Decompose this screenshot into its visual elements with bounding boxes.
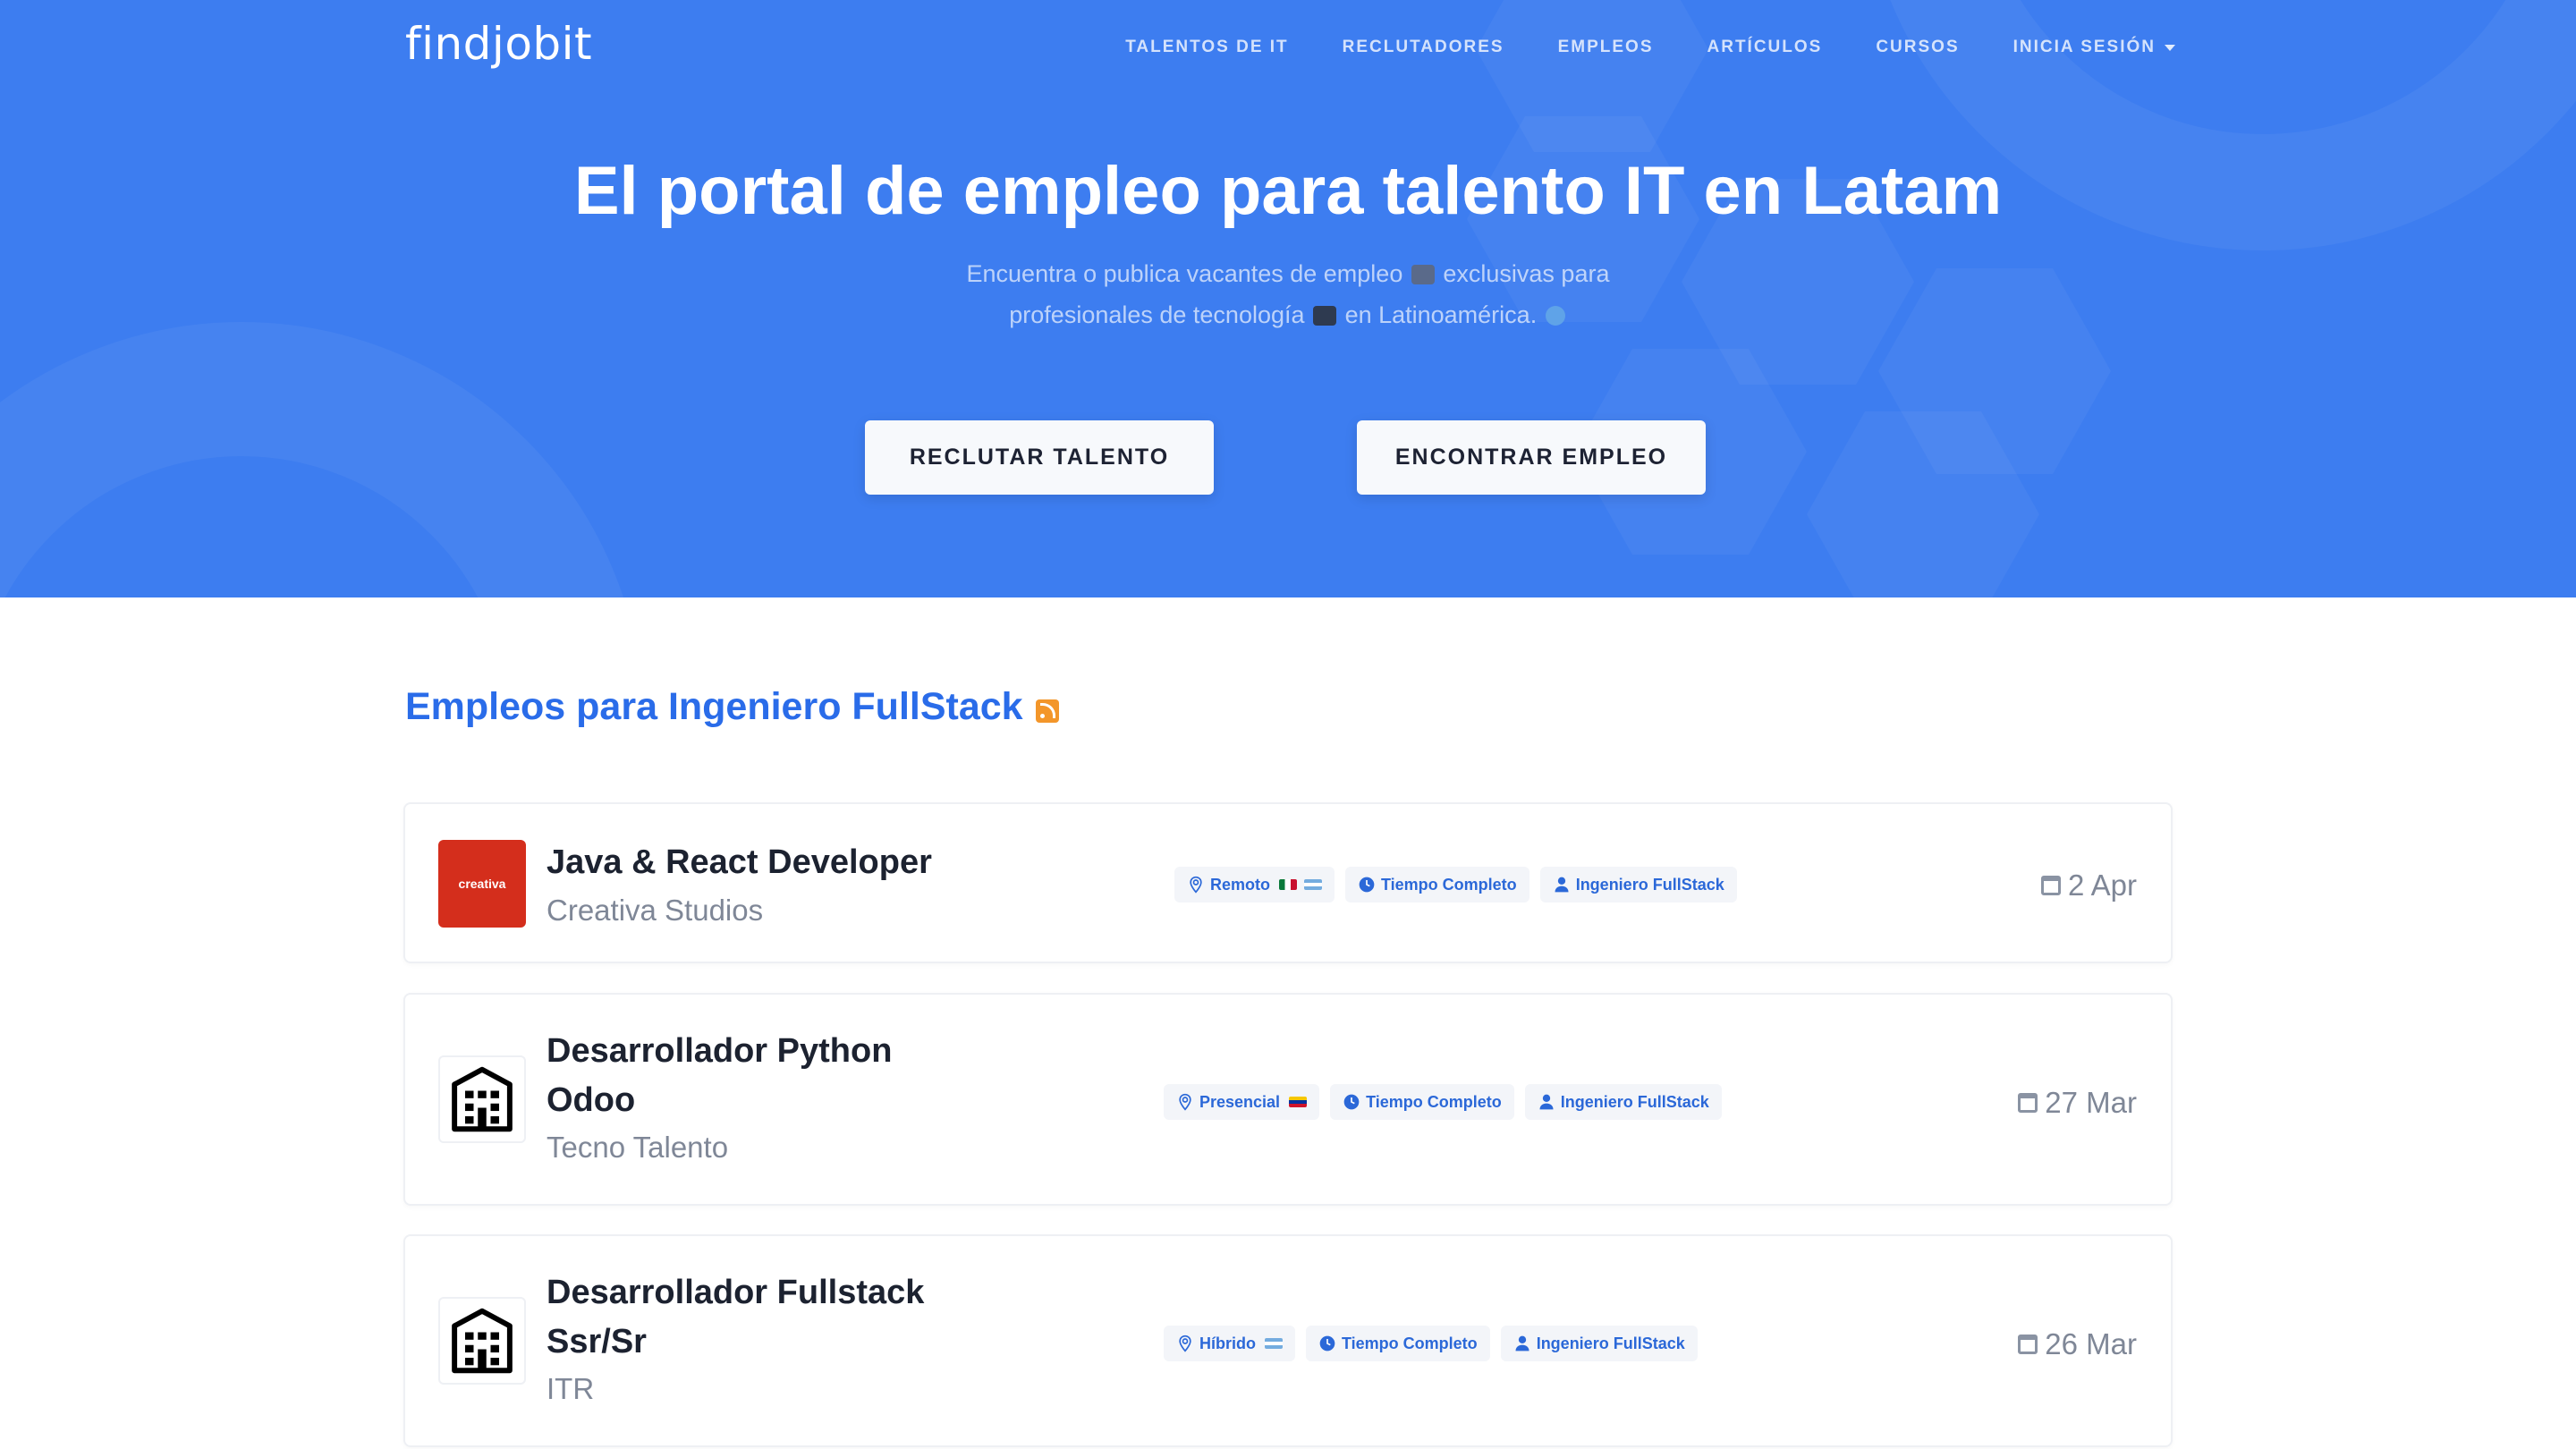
site-logo[interactable]: findjobit bbox=[405, 18, 592, 70]
tag-location: Híbrido bbox=[1164, 1326, 1295, 1361]
tag-label: Remoto bbox=[1210, 875, 1270, 894]
calendar-icon bbox=[2040, 876, 2061, 895]
job-card[interactable]: creativa Java & React Developer Creativa… bbox=[403, 802, 2173, 963]
recruit-talent-button[interactable]: RECLUTAR TALENTO bbox=[865, 420, 1214, 495]
nav-reclutadores[interactable]: RECLUTADORES bbox=[1343, 38, 1504, 57]
tag-label: Ingeniero FullStack bbox=[1536, 1334, 1685, 1352]
calendar-icon bbox=[2018, 1335, 2038, 1354]
user-icon bbox=[1515, 1335, 1530, 1352]
tag-label: Presencial bbox=[1199, 1092, 1281, 1111]
caret-down-icon bbox=[2165, 44, 2175, 51]
building-icon bbox=[452, 1308, 513, 1374]
rss-feed-icon[interactable] bbox=[1035, 699, 1059, 723]
job-tags: Híbrido Tiempo Completo Ingeniero FullSt… bbox=[1164, 1326, 1698, 1361]
user-icon bbox=[1539, 1094, 1554, 1110]
laptop-emoji-icon bbox=[1313, 306, 1337, 326]
job-title-line: Odoo bbox=[547, 1081, 636, 1119]
decor-hexagon bbox=[1476, 0, 1708, 152]
job-tags: Remoto Tiempo Completo Ingeniero FullSta… bbox=[1174, 867, 1737, 902]
hero-title: El portal de empleo para talento IT en L… bbox=[573, 153, 2003, 229]
job-title-line: Desarrollador Fullstack bbox=[547, 1274, 925, 1311]
section-title: Empleos para Ingeniero FullStack bbox=[405, 685, 1059, 729]
nav-inicia-sesion-label: INICIA SESIÓN bbox=[2012, 38, 2156, 56]
decor-hexagon bbox=[1878, 268, 2111, 474]
argentina-flag-icon bbox=[1304, 879, 1322, 890]
briefcase-emoji-icon bbox=[1411, 265, 1435, 284]
tag-role: Ingeniero FullStack bbox=[1539, 867, 1737, 902]
globe-emoji-icon bbox=[1545, 306, 1565, 326]
job-title-line: Java & React Developer bbox=[547, 843, 932, 881]
job-title[interactable]: Desarrollador Fullstack Ssr/Sr bbox=[547, 1268, 994, 1367]
tag-label: Ingeniero FullStack bbox=[1575, 875, 1724, 894]
decor-ring bbox=[0, 322, 644, 597]
tag-label: Tiempo Completo bbox=[1342, 1334, 1478, 1352]
job-tags: Presencial Tiempo Completo Ingeniero Ful… bbox=[1164, 1084, 1722, 1120]
tag-location: Remoto bbox=[1174, 867, 1335, 902]
hero-subtitle-part: en Latinoamérica. bbox=[1344, 301, 1538, 328]
job-card[interactable]: Desarrollador Fullstack Ssr/Sr ITR Híbri… bbox=[403, 1234, 2173, 1447]
tag-role: Ingeniero FullStack bbox=[1524, 1084, 1722, 1120]
job-title[interactable]: Java & React Developer bbox=[547, 838, 994, 887]
tag-location: Presencial bbox=[1164, 1084, 1320, 1120]
find-job-button[interactable]: ENCONTRAR EMPLEO bbox=[1357, 420, 1706, 495]
hero-subtitle-part: exclusivas para bbox=[1443, 260, 1610, 287]
company-logo bbox=[438, 1055, 526, 1143]
tag-schedule: Tiempo Completo bbox=[1330, 1084, 1514, 1120]
calendar-icon bbox=[2018, 1093, 2038, 1113]
nav-talentos[interactable]: TALENTOS DE IT bbox=[1125, 38, 1288, 57]
job-date-text: 26 Mar bbox=[2045, 1327, 2137, 1360]
main-nav: TALENTOS DE IT RECLUTADORES EMPLEOS ARTÍ… bbox=[1125, 38, 2175, 57]
job-title-line: Ssr/Sr bbox=[547, 1323, 647, 1360]
company-logo: creativa bbox=[438, 840, 526, 928]
tag-label: Tiempo Completo bbox=[1381, 875, 1517, 894]
hero-subtitle-part: Encuentra o publica vacantes de empleo bbox=[966, 260, 1403, 287]
job-date: 2 Apr bbox=[2040, 869, 2137, 902]
clock-icon bbox=[1319, 1335, 1335, 1352]
tag-label: Tiempo Completo bbox=[1366, 1092, 1502, 1111]
nav-inicia-sesion[interactable]: INICIA SESIÓN bbox=[2013, 38, 2175, 57]
argentina-flag-icon bbox=[1265, 1338, 1283, 1349]
clock-icon bbox=[1343, 1094, 1360, 1110]
hero-subtitle: Encuentra o publica vacantes de empleo e… bbox=[930, 253, 1646, 335]
building-icon bbox=[452, 1066, 513, 1132]
mexico-flag-icon bbox=[1279, 879, 1297, 890]
hero-subtitle-part: profesionales de tecnología bbox=[1009, 301, 1305, 328]
company-logo-text: creativa bbox=[458, 877, 506, 891]
clock-icon bbox=[1359, 877, 1375, 893]
hero-banner: findjobit TALENTOS DE IT RECLUTADORES EM… bbox=[0, 0, 2576, 597]
job-card[interactable]: Desarrollador Python Odoo Tecno Talento … bbox=[403, 993, 2173, 1206]
decor-hexagon bbox=[1807, 411, 2039, 597]
location-pin-icon bbox=[1190, 876, 1202, 894]
job-date-text: 2 Apr bbox=[2067, 869, 2137, 902]
job-title[interactable]: Desarrollador Python Odoo bbox=[547, 1027, 994, 1125]
company-name: Tecno Talento bbox=[547, 1131, 729, 1164]
job-date: 26 Mar bbox=[2018, 1327, 2137, 1361]
tag-schedule: Tiempo Completo bbox=[1345, 867, 1530, 902]
section-title-text: Empleos para Ingeniero FullStack bbox=[405, 685, 1023, 728]
company-name: Creativa Studios bbox=[547, 894, 764, 927]
job-date: 27 Mar bbox=[2018, 1086, 2137, 1120]
tag-role: Ingeniero FullStack bbox=[1500, 1326, 1698, 1361]
location-pin-icon bbox=[1179, 1093, 1191, 1111]
nav-articulos[interactable]: ARTÍCULOS bbox=[1707, 38, 1823, 57]
tag-label: Ingeniero FullStack bbox=[1560, 1092, 1709, 1111]
venezuela-flag-icon bbox=[1289, 1097, 1308, 1107]
company-name: ITR bbox=[547, 1372, 595, 1405]
location-pin-icon bbox=[1179, 1335, 1191, 1352]
tag-label: Híbrido bbox=[1199, 1334, 1256, 1352]
nav-cursos[interactable]: CURSOS bbox=[1876, 38, 1959, 57]
company-logo bbox=[438, 1297, 526, 1385]
nav-empleos[interactable]: EMPLEOS bbox=[1558, 38, 1654, 57]
job-title-line: Desarrollador Python bbox=[547, 1032, 893, 1070]
tag-schedule: Tiempo Completo bbox=[1306, 1326, 1490, 1361]
job-date-text: 27 Mar bbox=[2045, 1086, 2137, 1119]
user-icon bbox=[1555, 877, 1569, 893]
